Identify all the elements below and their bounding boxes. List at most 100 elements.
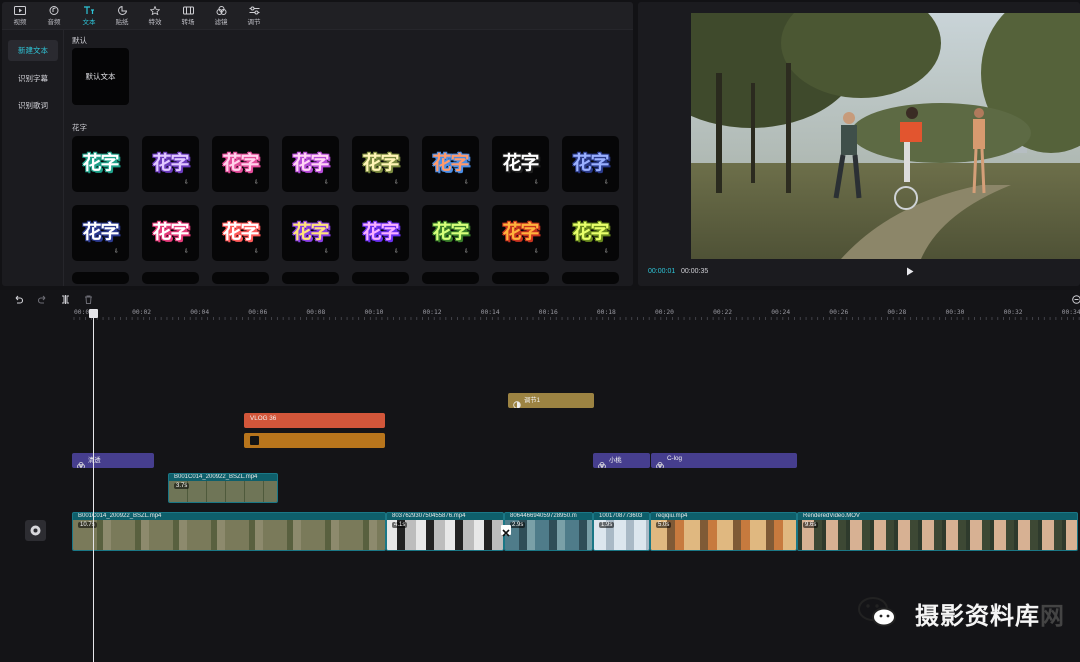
main-track-clip[interactable]: 1001708773603 1.9s xyxy=(593,512,650,551)
download-icon[interactable]: ⇩ xyxy=(254,179,259,186)
split-icon[interactable] xyxy=(61,295,70,304)
fancy-text-item[interactable]: 花字 ⇩ xyxy=(422,136,479,192)
fancy-text-item[interactable] xyxy=(352,272,409,284)
clip-type-icon xyxy=(598,456,606,468)
clip-label: C-log xyxy=(667,455,683,462)
playhead-handle[interactable] xyxy=(89,309,98,318)
text-sidebar: 新建文本 识别字幕 识别歌词 xyxy=(2,30,64,286)
timeline-toolbar xyxy=(0,290,1080,309)
play-icon[interactable] xyxy=(906,267,914,276)
fancy-text-item[interactable]: 花字 ⇩ xyxy=(282,205,339,261)
audio-icon xyxy=(49,6,59,15)
tab-text[interactable]: 文本 xyxy=(74,5,104,29)
fancy-text-item[interactable] xyxy=(72,272,129,284)
filter-clip-qingtou[interactable]: 清透 xyxy=(72,453,154,468)
section-fancy-label: 花字 xyxy=(72,123,87,132)
fancy-text-item[interactable]: 花字 ⇩ xyxy=(142,205,199,261)
fancy-text-item[interactable]: 花字 ⇩ xyxy=(212,205,269,261)
filter-clip-xiaotao[interactable]: 小桃 xyxy=(593,453,650,468)
download-icon[interactable]: ⇩ xyxy=(464,179,469,186)
tab-transition[interactable]: 转场 xyxy=(173,5,203,29)
transition-marker[interactable] xyxy=(501,525,511,537)
watermark-main: 摄影资料库 xyxy=(915,603,1040,630)
fancy-text-preview: 花字 xyxy=(572,152,609,174)
clip-filename: 1001708773603 xyxy=(599,513,643,519)
fancy-text-item[interactable]: 花字 ⇩ xyxy=(562,136,619,192)
download-icon[interactable]: ⇩ xyxy=(184,248,189,255)
total-time: 00:00:35 xyxy=(681,268,709,275)
tab-filter[interactable]: 滤镜 xyxy=(206,5,236,29)
main-track-clip[interactable]: RenderedVideo.MOV 9.6s xyxy=(797,512,1078,551)
main-track-clip[interactable]: 806446694059728950.m 2.9s xyxy=(504,512,593,551)
fancy-text-preview: 花字 xyxy=(502,152,539,174)
playhead[interactable] xyxy=(93,312,94,662)
default-text-card[interactable]: 默认文本 xyxy=(72,48,129,105)
tab-sticker[interactable]: 贴纸 xyxy=(107,5,137,29)
fancy-text-item[interactable]: 花字 ⇩ xyxy=(72,205,129,261)
download-icon[interactable]: ⇩ xyxy=(114,248,119,255)
fancy-text-item[interactable] xyxy=(142,272,199,284)
tab-label: 滤镜 xyxy=(214,19,228,26)
fancy-text-preview: 花字 xyxy=(362,152,399,174)
cover-button[interactable] xyxy=(25,520,46,541)
clip-duration: 5.0s xyxy=(656,522,672,528)
download-icon[interactable]: ⇩ xyxy=(324,179,329,186)
tab-label: 特效 xyxy=(148,19,162,26)
tab-effects[interactable]: 特效 xyxy=(140,5,170,29)
main-track-clip[interactable]: 803762930750455876.mp4 4.1s xyxy=(386,512,504,551)
clip-duration: 3.7s xyxy=(174,483,190,489)
fancy-text-item[interactable]: 花字 ⇩ xyxy=(492,136,549,192)
tab-label: 音频 xyxy=(47,19,61,26)
watermark-suffix: 网 xyxy=(1040,603,1065,630)
download-icon[interactable]: ⇩ xyxy=(604,248,609,255)
delete-icon[interactable] xyxy=(84,295,93,304)
clip-duration: 1.9s xyxy=(599,522,615,528)
timeline-ruler[interactable]: 00:00 00:02 00:04 00:06 00:08 00:10 00:12 00:14… xyxy=(0,309,1080,321)
zoom-icon[interactable] xyxy=(1072,295,1080,304)
fancy-text-item[interactable]: 花字 xyxy=(72,136,129,192)
sidebar-item-subtitles[interactable]: 识别字幕 xyxy=(8,68,58,89)
fancy-text-item[interactable] xyxy=(212,272,269,284)
tab-adjust[interactable]: 调节 xyxy=(239,5,269,29)
main-track-clip[interactable]: B001C014_200922_BSZL.mp4 10.7s xyxy=(72,512,386,551)
fancy-text-item[interactable]: 花字 ⇩ xyxy=(422,205,479,261)
fancy-text-item[interactable]: 花字 ⇩ xyxy=(352,136,409,192)
download-icon[interactable]: ⇩ xyxy=(604,179,609,186)
current-time: 00:00:01 xyxy=(648,268,676,275)
fancy-text-item[interactable]: 花字 ⇩ xyxy=(212,136,269,192)
sidebar-item-new-text[interactable]: 新建文本 xyxy=(8,40,58,61)
fancy-text-preview: 花字 xyxy=(222,152,259,174)
redo-icon[interactable] xyxy=(38,295,47,304)
fancy-text-item[interactable] xyxy=(422,272,479,284)
download-icon[interactable]: ⇩ xyxy=(184,179,189,186)
download-icon[interactable]: ⇩ xyxy=(254,248,259,255)
download-icon[interactable]: ⇩ xyxy=(394,179,399,186)
download-icon[interactable]: ⇩ xyxy=(324,248,329,255)
download-icon[interactable]: ⇩ xyxy=(464,248,469,255)
fancy-text-item[interactable]: 花字 ⇩ xyxy=(352,205,409,261)
fancy-text-item[interactable] xyxy=(282,272,339,284)
download-icon[interactable]: ⇩ xyxy=(534,248,539,255)
overlay-video-clip[interactable]: B001C014_200922_BSZL.mp4 3.7s xyxy=(168,473,278,503)
sidebar-item-lyrics[interactable]: 识别歌词 xyxy=(8,95,58,116)
fancy-text-item[interactable]: 花字 ⇩ xyxy=(492,205,549,261)
clip-duration: 2.9s xyxy=(510,522,526,528)
fancy-text-item[interactable]: 花字 ⇩ xyxy=(562,205,619,261)
tab-audio[interactable]: 音频 xyxy=(39,5,69,29)
download-icon[interactable]: ⇩ xyxy=(534,179,539,186)
adjust-clip[interactable]: 调节1 xyxy=(508,393,594,408)
fancy-text-item[interactable] xyxy=(562,272,619,284)
sticker-clip[interactable] xyxy=(244,433,385,448)
section-default-label: 默认 xyxy=(72,36,87,45)
fancy-text-item[interactable]: 花字 ⇩ xyxy=(282,136,339,192)
main-track-clip[interactable]: reqiqiu.mp4 5.0s xyxy=(650,512,797,551)
preview-video[interactable] xyxy=(691,13,1080,259)
preview-panel: 00:00:01 00:00:35 xyxy=(638,2,1080,286)
fancy-text-item[interactable] xyxy=(492,272,549,284)
text-clip-vlog[interactable]: VLOG 36 xyxy=(244,413,385,428)
tab-video[interactable]: 视频 xyxy=(5,5,35,29)
undo-icon[interactable] xyxy=(14,295,23,304)
download-icon[interactable]: ⇩ xyxy=(394,248,399,255)
filter-clip-clog[interactable]: C-log xyxy=(651,453,797,468)
fancy-text-item[interactable]: 花字 ⇩ xyxy=(142,136,199,192)
